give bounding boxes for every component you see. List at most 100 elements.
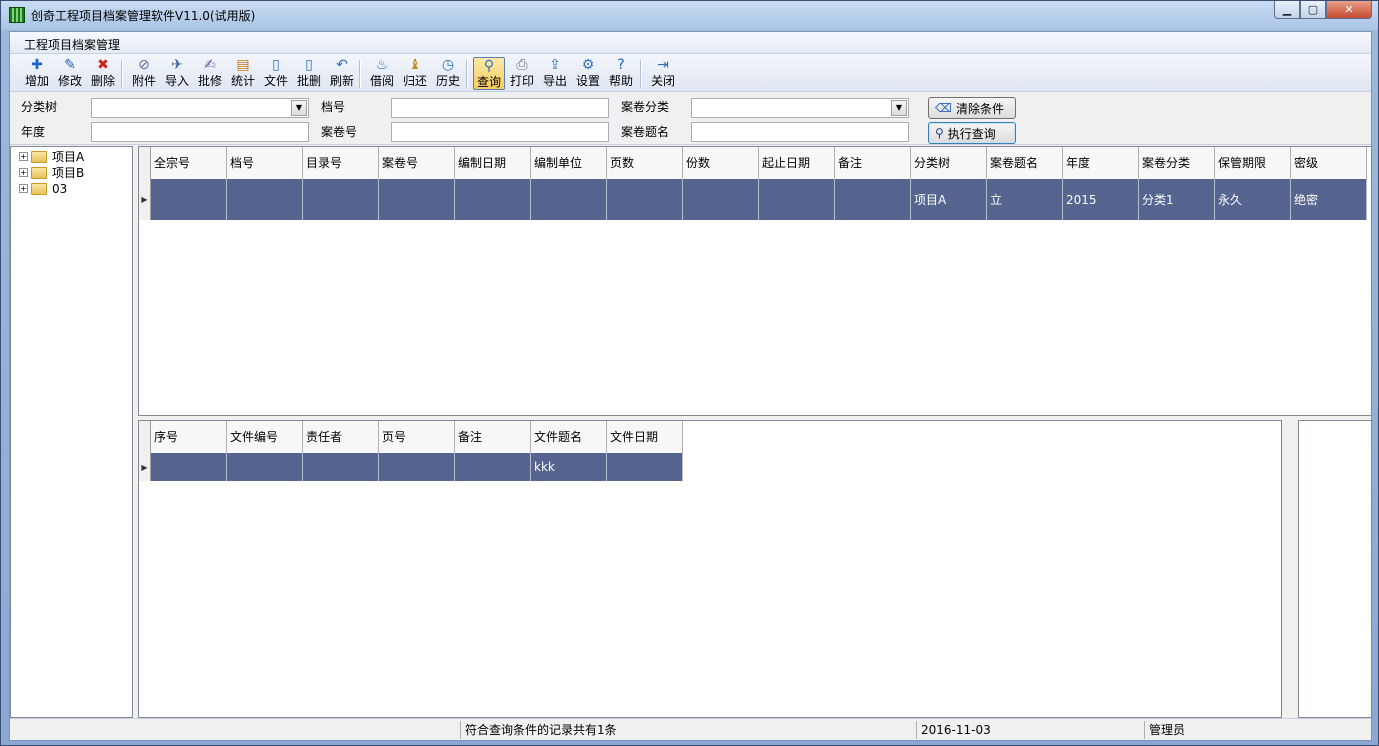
table-cell[interactable]: [151, 453, 227, 481]
toolbar-button[interactable]: ◷ 历史: [432, 57, 464, 90]
volume-title-input[interactable]: [691, 122, 909, 142]
tree-node[interactable]: + 项目A: [19, 149, 84, 164]
table-cell[interactable]: 项目A: [911, 179, 987, 220]
column-header[interactable]: 页数: [607, 147, 683, 179]
toolbar-button[interactable]: ▯ 批删: [293, 57, 325, 90]
toolbar-button[interactable]: ▯ 文件: [260, 57, 292, 90]
toolbar-button[interactable]: ? 帮助: [605, 57, 637, 90]
expand-icon[interactable]: +: [19, 168, 28, 177]
column-header[interactable]: 文件日期: [607, 421, 683, 453]
table-cell[interactable]: 绝密: [1291, 179, 1367, 220]
column-header[interactable]: 案卷分类: [1139, 147, 1215, 179]
column-header[interactable]: 文件编号: [227, 421, 303, 453]
column-header[interactable]: 案卷号: [379, 147, 455, 179]
column-header[interactable]: 备注: [835, 147, 911, 179]
column-header[interactable]: 档号: [227, 147, 303, 179]
batch-delete-icon: ▯: [305, 57, 313, 73]
table-cell[interactable]: [759, 179, 835, 220]
table-row[interactable]: ▶ 项目A 立 2015 分类1 永久 绝密: [139, 179, 1367, 220]
maximize-button[interactable]: ▢: [1300, 1, 1326, 19]
column-header[interactable]: 目录号: [303, 147, 379, 179]
table-cell[interactable]: 分类1: [1139, 179, 1215, 220]
column-header[interactable]: 年度: [1063, 147, 1139, 179]
toolbar-button[interactable]: ✎ 修改: [54, 57, 86, 90]
toolbar-button[interactable]: ♨ 借阅: [366, 57, 398, 90]
table-cell[interactable]: [607, 179, 683, 220]
minimize-button[interactable]: ▁: [1274, 1, 1300, 19]
archive-no-input[interactable]: [391, 98, 609, 118]
row-selector-icon[interactable]: ▶: [139, 453, 151, 481]
volume-category-select[interactable]: ▼: [691, 98, 909, 118]
expand-icon[interactable]: +: [19, 152, 28, 161]
toolbar-button[interactable]: ♝ 归还: [399, 57, 431, 90]
menu-item-project-archive[interactable]: 工程项目档案管理: [24, 36, 120, 53]
column-header[interactable]: 案卷题名: [987, 147, 1063, 179]
table-cell[interactable]: [379, 179, 455, 220]
column-header[interactable]: 文件题名: [531, 421, 607, 453]
toolbar-button[interactable]: ✈ 导入: [161, 57, 193, 90]
table-cell[interactable]: [379, 453, 455, 481]
table-cell[interactable]: [531, 179, 607, 220]
help-icon: ?: [617, 57, 625, 73]
table-cell[interactable]: [683, 179, 759, 220]
table-cell[interactable]: [151, 179, 227, 220]
year-input[interactable]: [91, 122, 309, 142]
column-header[interactable]: 责任者: [303, 421, 379, 453]
return-icon: ♝: [408, 57, 422, 73]
toolbar-button-label: 批修: [197, 74, 222, 88]
toolbar-button[interactable]: ✚ 增加: [21, 57, 53, 90]
chevron-down-icon[interactable]: ▼: [291, 100, 307, 116]
close-window-button[interactable]: ✕: [1326, 1, 1372, 19]
row-selector-icon[interactable]: ▶: [139, 179, 151, 220]
toolbar-button[interactable]: ⎙ 打印: [506, 57, 538, 90]
column-header[interactable]: 份数: [683, 147, 759, 179]
expand-icon[interactable]: +: [19, 184, 28, 193]
clear-conditions-button[interactable]: ⌫ 清除条件: [928, 97, 1016, 119]
table-cell[interactable]: 立: [987, 179, 1063, 220]
toolbar-button[interactable]: ✍ 批修: [194, 57, 226, 90]
column-header[interactable]: 全宗号: [151, 147, 227, 179]
tree-node[interactable]: + 项目B: [19, 165, 84, 180]
table-cell[interactable]: [835, 179, 911, 220]
toolbar-button-label: 导入: [164, 74, 189, 88]
table-cell[interactable]: [607, 453, 683, 481]
toolbar-button[interactable]: ⇥ 关闭: [647, 57, 679, 90]
run-query-button[interactable]: ⚲ 执行查询: [928, 122, 1016, 144]
column-header[interactable]: 序号: [151, 421, 227, 453]
magnifier-icon: ⚲: [483, 58, 495, 74]
table-cell[interactable]: [227, 179, 303, 220]
column-header[interactable]: 备注: [455, 421, 531, 453]
toolbar-button[interactable]: ✖ 删除: [87, 57, 119, 90]
toolbar-button[interactable]: ▤ 统计: [227, 57, 259, 90]
table-cell[interactable]: kkk: [531, 453, 607, 481]
table-cell[interactable]: [455, 453, 531, 481]
toolbar-button[interactable]: ↶ 刷新: [326, 57, 358, 90]
toolbar-button[interactable]: ⊘ 附件: [128, 57, 160, 90]
volume-no-input[interactable]: [391, 122, 609, 142]
table-cell[interactable]: [303, 453, 379, 481]
chevron-down-icon[interactable]: ▼: [891, 100, 907, 116]
column-header[interactable]: 保管期限: [1215, 147, 1291, 179]
toolbar-button[interactable]: ⚲ 查询: [473, 57, 505, 90]
export-icon: ⇪: [549, 57, 561, 73]
toolbar-button-label: 查询: [476, 75, 501, 89]
column-header[interactable]: 编制日期: [455, 147, 531, 179]
table-cell[interactable]: [227, 453, 303, 481]
toolbar-button[interactable]: ⇪ 导出: [539, 57, 571, 90]
tree-node[interactable]: + 03: [19, 181, 67, 196]
column-header[interactable]: 起止日期: [759, 147, 835, 179]
column-header[interactable]: 分类树: [911, 147, 987, 179]
column-header[interactable]: 编制单位: [531, 147, 607, 179]
volume-category-label: 案卷分类: [621, 100, 670, 114]
column-header[interactable]: 页号: [379, 421, 455, 453]
table-row[interactable]: ▶ kkk: [139, 453, 683, 481]
title-bar[interactable]: 创奇工程项目档案管理软件V11.0(试用版) ▁ ▢ ✕: [1, 1, 1378, 30]
table-cell[interactable]: [303, 179, 379, 220]
column-header[interactable]: 密级: [1291, 147, 1367, 179]
toolbar-button[interactable]: ⚙ 设置: [572, 57, 604, 90]
table-cell[interactable]: [455, 179, 531, 220]
app-window: 创奇工程项目档案管理软件V11.0(试用版) ▁ ▢ ✕ 工程项目档案管理 ✚ 增…: [0, 0, 1379, 746]
table-cell[interactable]: 永久: [1215, 179, 1291, 220]
table-cell[interactable]: 2015: [1063, 179, 1139, 220]
category-tree-select[interactable]: ▼: [91, 98, 309, 118]
